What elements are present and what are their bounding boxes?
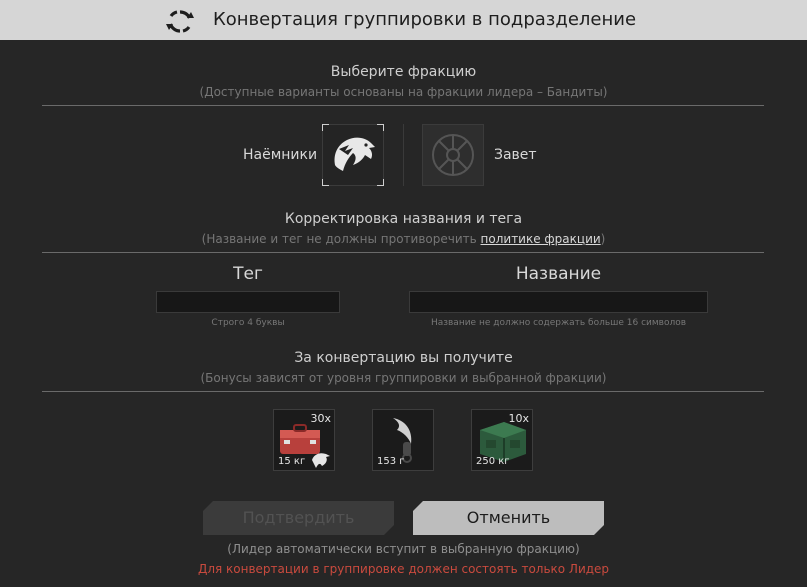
- rewards-heading: За конвертацию вы получите: [294, 350, 513, 366]
- faction-option-mercenaries[interactable]: [322, 124, 384, 186]
- name-heading: Корректировка названия и тега: [284, 211, 523, 227]
- tag-hint: Строго 4 буквы: [211, 318, 285, 328]
- item-count: 30x: [310, 412, 331, 425]
- dialog-title: Конвертация группировки в подразделение: [213, 9, 637, 30]
- tag-input[interactable]: [156, 291, 340, 313]
- name-subheading: (Название и тег не должны противоречить …: [0, 232, 807, 246]
- reward-item[interactable]: 10x 250 кг: [471, 409, 533, 471]
- confirm-button[interactable]: Подтвердить: [203, 501, 394, 535]
- divider: [42, 391, 764, 392]
- leader-join-note: (Лидер автоматически вступит в выбранную…: [227, 542, 580, 556]
- faction-label-covenant: Завет: [494, 147, 537, 163]
- item-weight: 15 кг: [278, 456, 306, 467]
- cancel-button[interactable]: Отменить: [413, 501, 604, 535]
- faction-subheading: (Доступные варианты основаны на фракции …: [199, 85, 608, 99]
- eagle-icon: [334, 137, 375, 171]
- faction-label-mercenaries: Наёмники: [243, 147, 318, 163]
- name-subheading-text: (Название и тег не должны противоречить: [201, 232, 481, 246]
- divider: [42, 105, 764, 106]
- name-hint: Название не должно содержать больше 16 с…: [430, 318, 687, 328]
- divider: [42, 252, 764, 253]
- name-label: Название: [515, 264, 602, 284]
- title-bar: Конвертация группировки в подразделение: [0, 0, 807, 40]
- faction-divider: [403, 124, 404, 186]
- reward-item[interactable]: 153 г: [372, 409, 434, 471]
- name-subheading-close: ): [600, 232, 606, 246]
- item-weight: 250 кг: [476, 456, 510, 467]
- item-weight: 153 г: [377, 456, 405, 467]
- reward-item[interactable]: 30x 15 кг: [273, 409, 335, 471]
- covenant-emblem-icon: [432, 134, 474, 176]
- name-input[interactable]: [409, 291, 708, 313]
- faction-option-covenant[interactable]: [422, 124, 484, 186]
- faction-heading: Выберите фракцию: [330, 64, 477, 80]
- refresh-icon: [166, 10, 194, 33]
- rewards-subheading: (Бонусы зависят от уровня группировки и …: [200, 371, 607, 385]
- tag-label: Тег: [233, 264, 263, 284]
- warning-message: Для конвертации в группировке должен сос…: [197, 562, 610, 576]
- item-count: 10x: [508, 412, 529, 425]
- faction-policy-link[interactable]: политике фракции: [481, 232, 601, 246]
- convert-group-dialog: Конвертация группировки в подразделение …: [0, 0, 807, 587]
